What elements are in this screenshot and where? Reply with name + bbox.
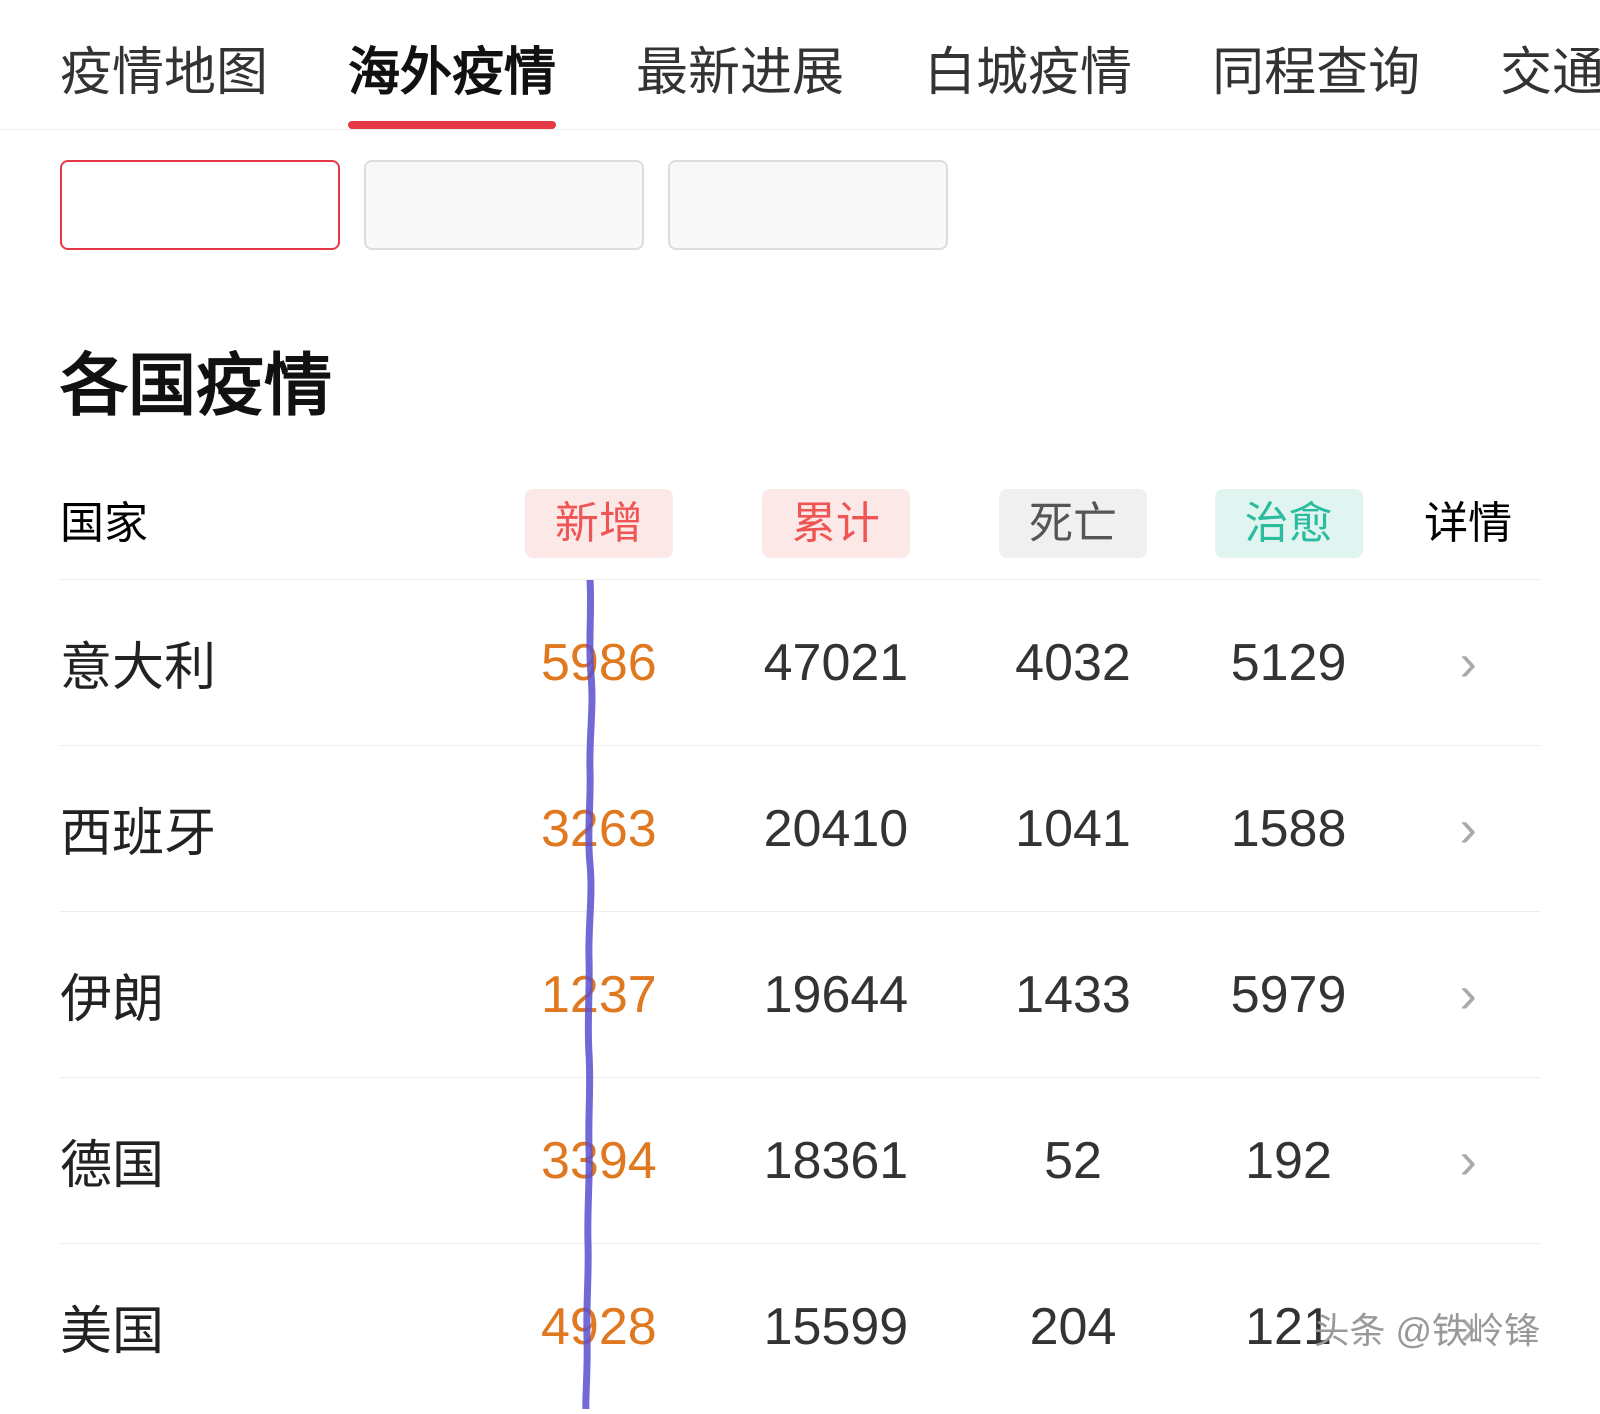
- row-recover: 1588: [1181, 799, 1397, 859]
- row-total: 19644: [707, 965, 966, 1025]
- row-country: 西班牙: [60, 791, 491, 866]
- nav-item-map[interactable]: 疫情地图: [60, 30, 268, 129]
- new-label: 新增: [525, 489, 673, 558]
- row-country: 伊朗: [60, 957, 491, 1032]
- total-label: 累计: [762, 489, 910, 558]
- row-detail-chevron[interactable]: ›: [1396, 633, 1540, 693]
- nav-item-query[interactable]: 同程查询: [1212, 30, 1420, 129]
- row-new: 4928: [491, 1297, 707, 1357]
- recover-label: 治愈: [1215, 489, 1363, 558]
- table-body: 意大利 5986 47021 4032 5129 › 西班牙 3263 2041…: [60, 580, 1540, 1409]
- col-header-total: 累计: [707, 487, 966, 551]
- row-new: 3263: [491, 799, 707, 859]
- row-death: 1041: [965, 799, 1181, 859]
- watermark: 头条 @铁岭锋: [1313, 1302, 1540, 1354]
- col-header-death: 死亡: [965, 487, 1181, 551]
- table-row[interactable]: 德国 3394 18361 52 192 ›: [60, 1078, 1540, 1244]
- row-detail-chevron[interactable]: ›: [1396, 799, 1540, 859]
- row-new: 5986: [491, 633, 707, 693]
- table-row[interactable]: 意大利 5986 47021 4032 5129 ›: [60, 580, 1540, 746]
- col-header-recover: 治愈: [1181, 487, 1397, 551]
- row-detail-chevron[interactable]: ›: [1396, 1131, 1540, 1191]
- nav-item-latest[interactable]: 最新进展: [636, 30, 844, 129]
- death-label: 死亡: [999, 489, 1147, 558]
- nav-item-transport[interactable]: 交通: [1500, 30, 1600, 129]
- row-death: 1433: [965, 965, 1181, 1025]
- row-new: 1237: [491, 965, 707, 1025]
- table-header: 国家 新增 累计 死亡 治愈 详情: [60, 459, 1540, 580]
- table-row[interactable]: 西班牙 3263 20410 1041 1588 ›: [60, 746, 1540, 912]
- section-title: 各国疫情: [0, 280, 1600, 459]
- row-country: 意大利: [60, 625, 491, 700]
- row-total: 18361: [707, 1131, 966, 1191]
- row-death: 204: [965, 1297, 1181, 1357]
- row-recover: 192: [1181, 1131, 1397, 1191]
- col-header-country: 国家: [60, 487, 491, 551]
- row-country: 德国: [60, 1123, 491, 1198]
- row-recover: 5129: [1181, 633, 1397, 693]
- tab-btn-3[interactable]: [668, 160, 948, 250]
- row-country: 美国: [60, 1289, 491, 1364]
- nav-item-overseas[interactable]: 海外疫情: [348, 30, 556, 129]
- row-recover: 5979: [1181, 965, 1397, 1025]
- row-death: 4032: [965, 633, 1181, 693]
- data-table: 国家 新增 累计 死亡 治愈 详情 意大利 5986 47021 4032 51…: [0, 459, 1600, 1409]
- nav-item-baicheng[interactable]: 白城疫情: [924, 30, 1132, 129]
- row-death: 52: [965, 1131, 1181, 1191]
- row-new: 3394: [491, 1131, 707, 1191]
- col-header-new: 新增: [491, 487, 707, 551]
- tab-btn-2[interactable]: [364, 160, 644, 250]
- row-total: 47021: [707, 633, 966, 693]
- row-total: 20410: [707, 799, 966, 859]
- table-row[interactable]: 伊朗 1237 19644 1433 5979 ›: [60, 912, 1540, 1078]
- tab-buttons-row: [0, 130, 1600, 280]
- col-header-detail: 详情: [1396, 487, 1540, 551]
- navigation-bar: 疫情地图 海外疫情 最新进展 白城疫情 同程查询 交通: [0, 0, 1600, 130]
- row-detail-chevron[interactable]: ›: [1396, 965, 1540, 1025]
- row-total: 15599: [707, 1297, 966, 1357]
- tab-btn-1[interactable]: [60, 160, 340, 250]
